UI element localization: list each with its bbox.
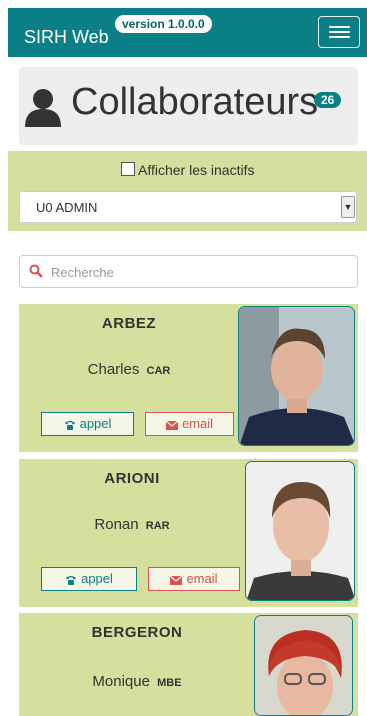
phone-icon xyxy=(66,576,77,585)
call-button[interactable]: appel xyxy=(41,567,137,591)
version-badge: version 1.0.0.0 xyxy=(115,15,212,33)
last-name: ARBEZ xyxy=(101,315,157,332)
first-name-line: Ronan RAR xyxy=(19,516,245,533)
first-name: Ronan xyxy=(94,516,139,533)
email-button[interactable]: email xyxy=(148,567,240,591)
avatar-image xyxy=(239,307,354,445)
collaborator-card[interactable]: ARBEZ Charles CAR appel email xyxy=(19,304,358,452)
initials: RAR xyxy=(145,520,170,532)
initials: CAR xyxy=(146,365,171,377)
collaborator-card[interactable]: ARIONI Ronan RAR appel email xyxy=(19,459,358,607)
email-button[interactable]: email xyxy=(145,412,234,436)
search-input[interactable]: Recherche xyxy=(51,265,114,280)
profile-photo xyxy=(238,306,355,446)
page-header: Collaborateurs 26 xyxy=(19,67,358,145)
last-name: ARIONI xyxy=(104,470,160,487)
phone-icon xyxy=(64,421,75,430)
filter-panel: Afficher les inactifs U0 ADMIN ▼ xyxy=(8,151,367,231)
first-name-line: Charles CAR xyxy=(19,361,239,378)
show-inactive-label: Afficher les inactifs xyxy=(138,162,255,178)
call-label: appel xyxy=(79,416,112,431)
email-label: email xyxy=(181,416,214,431)
first-name-line: Monique MBE xyxy=(19,673,255,690)
call-button[interactable]: appel xyxy=(41,412,134,436)
count-badge: 26 xyxy=(314,92,342,108)
first-name: Monique xyxy=(92,673,150,690)
call-label: appel xyxy=(81,571,113,586)
hamburger-icon xyxy=(329,26,350,28)
user-icon xyxy=(25,89,61,127)
avatar-image xyxy=(246,462,354,600)
page-title: Collaborateurs xyxy=(71,81,319,123)
initials: MBE xyxy=(157,677,182,689)
collaborator-card[interactable]: BERGERON Monique MBE xyxy=(19,613,358,716)
chevron-down-icon[interactable]: ▼ xyxy=(341,196,355,218)
envelope-icon xyxy=(170,575,183,585)
avatar-image xyxy=(255,616,352,715)
envelope-icon xyxy=(165,420,179,430)
first-name: Charles xyxy=(87,361,140,378)
search-icon xyxy=(29,264,43,278)
profile-photo xyxy=(254,615,353,716)
navbar: SIRH Web version 1.0.0.0 xyxy=(8,8,367,57)
email-label: email xyxy=(186,571,218,586)
org-unit-select[interactable]: U0 ADMIN ▼ xyxy=(19,191,357,223)
brand-title[interactable]: SIRH Web xyxy=(24,27,109,48)
search-field[interactable]: Recherche xyxy=(19,255,358,288)
menu-toggle-button[interactable] xyxy=(318,16,360,48)
profile-photo xyxy=(245,461,355,601)
org-unit-value: U0 ADMIN xyxy=(36,200,98,215)
show-inactive-checkbox[interactable] xyxy=(121,162,135,176)
last-name: BERGERON xyxy=(91,624,183,641)
show-inactive-toggle[interactable]: Afficher les inactifs xyxy=(121,162,254,178)
